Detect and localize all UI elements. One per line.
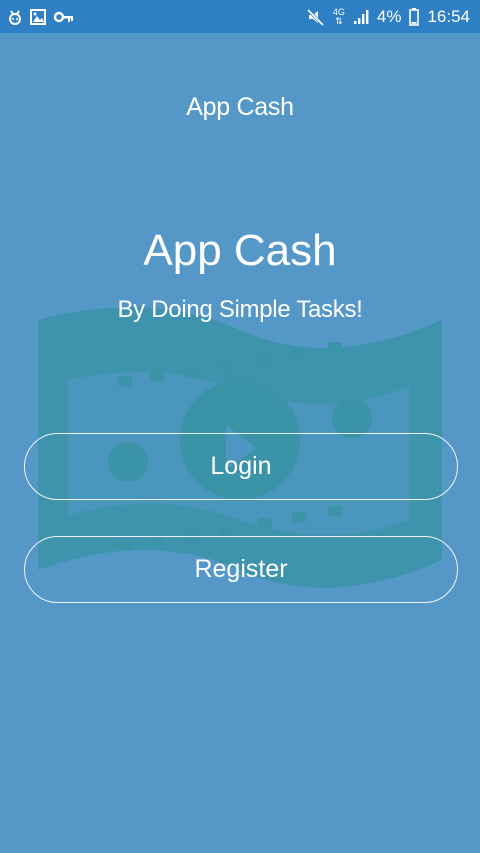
register-button[interactable]: Register — [24, 536, 458, 603]
status-right-icons: 4G ⇅ 4% 16:54 — [306, 6, 470, 27]
mute-icon — [306, 8, 325, 26]
battery-icon — [409, 7, 420, 26]
tagline: By Doing Simple Tasks! — [117, 296, 363, 323]
image-icon — [30, 8, 46, 25]
status-bar: 4G ⇅ 4% 16:54 — [0, 0, 480, 33]
clock: 16:54 — [427, 6, 470, 26]
key-icon — [54, 11, 74, 23]
signal-icon — [353, 9, 369, 25]
battery-percent: 4% — [376, 6, 402, 26]
header-title: App Cash — [186, 93, 294, 121]
android-debug-icon — [8, 9, 22, 25]
app-title: App Cash — [143, 226, 337, 275]
status-left-icons — [8, 8, 74, 25]
login-button[interactable]: Login — [24, 433, 458, 500]
data-arrows-icon: ⇅ — [335, 15, 343, 26]
network-type-label: 4G ⇅ — [332, 6, 345, 26]
